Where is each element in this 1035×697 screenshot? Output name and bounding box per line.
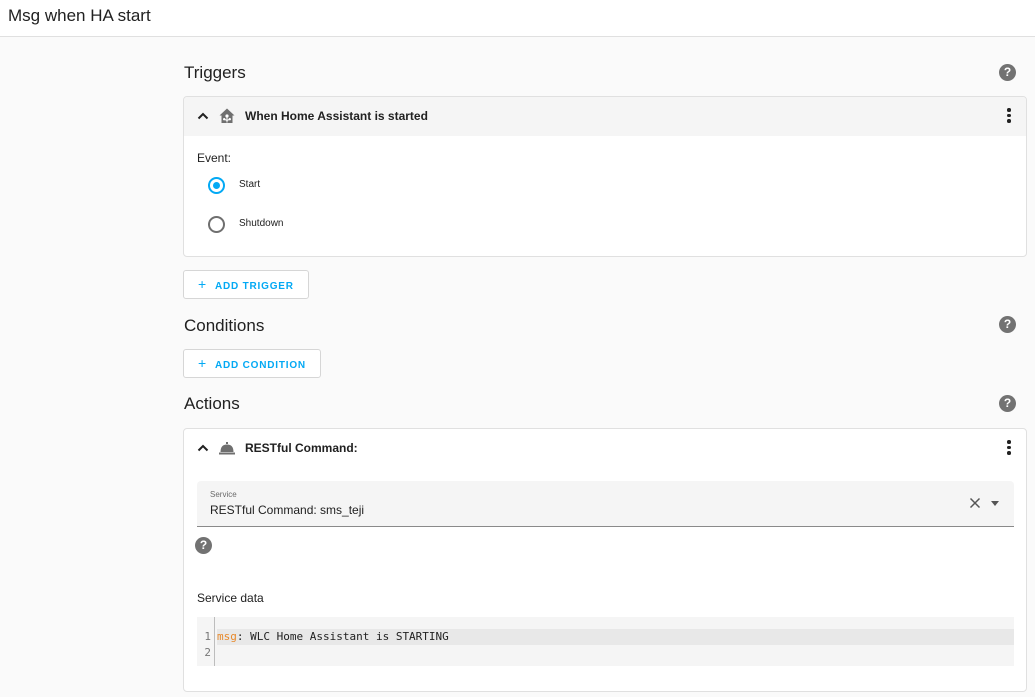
- action-card-header[interactable]: RESTful Command:: [184, 429, 1026, 468]
- add-trigger-button[interactable]: + ADD TRIGGER: [183, 270, 309, 299]
- event-label: Event:: [197, 151, 231, 165]
- line-number-gutter: 1 2: [197, 617, 215, 666]
- yaml-value: : WLC Home Assistant is STARTING: [237, 630, 449, 643]
- code-line-1[interactable]: msg: WLC Home Assistant is STARTING: [217, 629, 1014, 645]
- action-card: RESTful Command: Service RESTful Command…: [183, 428, 1027, 692]
- service-field-value: RESTful Command: sms_teji: [210, 503, 364, 517]
- line-number: 2: [204, 645, 211, 661]
- home-assistant-icon: [218, 107, 236, 125]
- service-bell-icon: [218, 439, 236, 457]
- plus-icon: +: [198, 276, 207, 292]
- add-condition-button[interactable]: + ADD CONDITION: [183, 349, 321, 378]
- yaml-key: msg: [217, 630, 237, 643]
- plus-icon: +: [198, 355, 207, 371]
- chevron-up-icon[interactable]: [196, 109, 210, 123]
- top-bar: Msg when HA start: [0, 0, 1035, 37]
- service-help-icon[interactable]: ?: [195, 537, 212, 554]
- line-number: 1: [204, 629, 211, 645]
- code-line-2[interactable]: [217, 645, 1014, 661]
- radio-start-button[interactable]: [208, 177, 225, 194]
- triggers-section-title: Triggers: [184, 63, 246, 83]
- chevron-down-icon[interactable]: [991, 501, 999, 506]
- actions-help-icon[interactable]: ?: [999, 395, 1016, 412]
- trigger-menu-icon[interactable]: [1006, 108, 1012, 124]
- service-data-label: Service data: [197, 591, 264, 605]
- radio-shutdown-label: Shutdown: [239, 218, 283, 229]
- trigger-card-header[interactable]: When Home Assistant is started: [184, 97, 1026, 136]
- chevron-up-icon[interactable]: [196, 441, 210, 455]
- trigger-card: When Home Assistant is started Event: St…: [183, 96, 1027, 257]
- action-card-title: RESTful Command:: [245, 441, 358, 455]
- service-field-label: Service: [210, 490, 237, 499]
- action-menu-icon[interactable]: [1006, 440, 1012, 456]
- service-select[interactable]: Service RESTful Command: sms_teji: [197, 481, 1014, 527]
- yaml-code-editor[interactable]: 1 2 msg: WLC Home Assistant is STARTING: [197, 617, 1014, 666]
- conditions-section-title: Conditions: [184, 316, 264, 336]
- add-trigger-label: ADD TRIGGER: [215, 281, 294, 292]
- close-icon[interactable]: [968, 496, 982, 510]
- trigger-card-title: When Home Assistant is started: [245, 109, 428, 123]
- radio-start-label: Start: [239, 179, 260, 190]
- conditions-help-icon[interactable]: ?: [999, 316, 1016, 333]
- actions-section-title: Actions: [184, 394, 240, 414]
- add-condition-label: ADD CONDITION: [215, 360, 306, 371]
- page-title: Msg when HA start: [8, 6, 151, 26]
- triggers-help-icon[interactable]: ?: [999, 64, 1016, 81]
- radio-shutdown-button[interactable]: [208, 216, 225, 233]
